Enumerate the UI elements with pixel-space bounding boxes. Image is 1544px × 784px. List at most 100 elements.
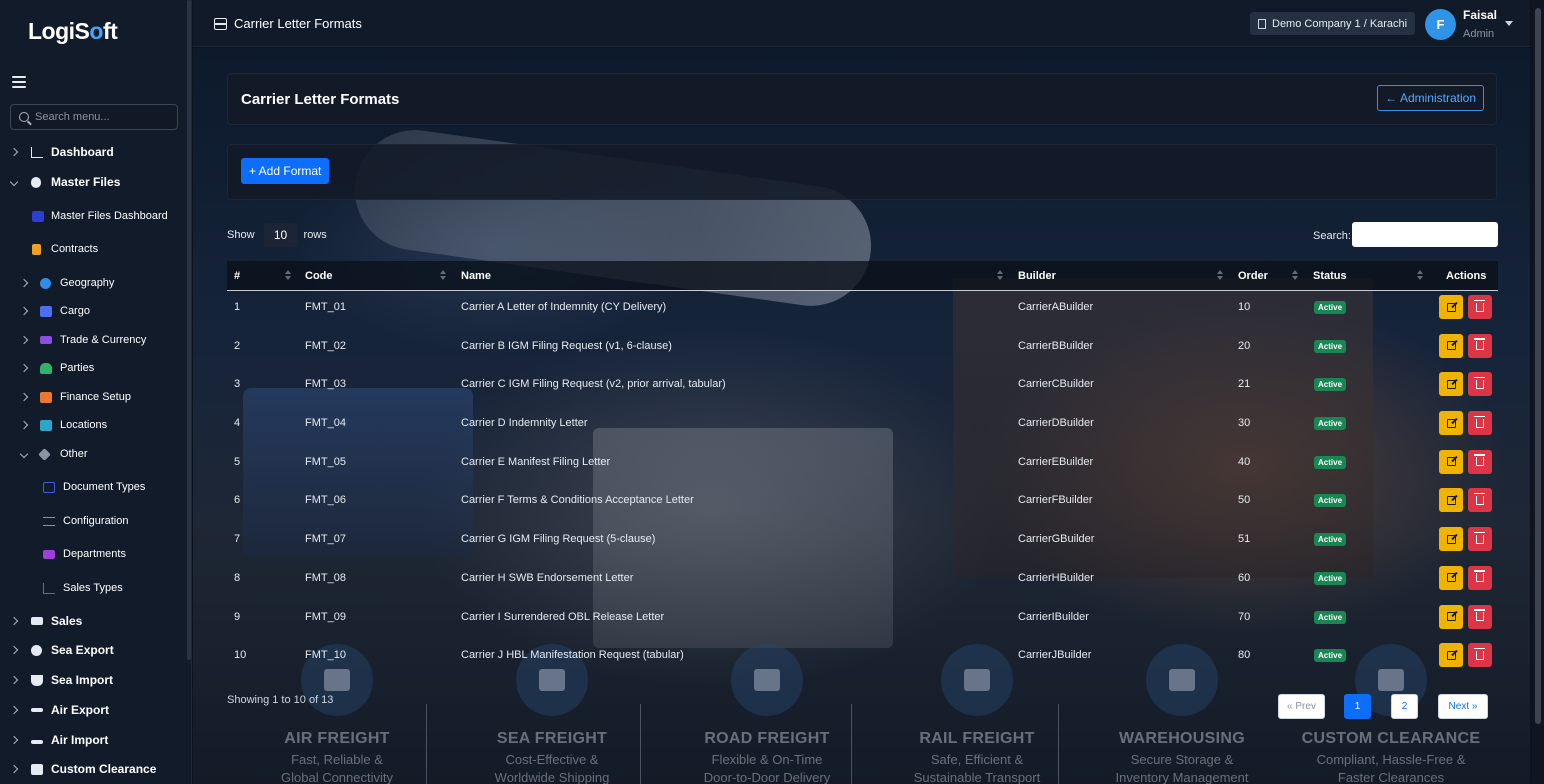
chart-icon bbox=[43, 582, 55, 594]
status-badge: Active bbox=[1314, 301, 1347, 314]
sort-icon[interactable] bbox=[1417, 270, 1423, 280]
edit-button[interactable] bbox=[1439, 295, 1463, 319]
sidebar-item-label: Sales bbox=[51, 614, 83, 628]
delete-button[interactable] bbox=[1468, 449, 1492, 474]
delete-button[interactable] bbox=[1468, 333, 1492, 358]
sort-icon[interactable] bbox=[1217, 270, 1223, 280]
sort-icon[interactable] bbox=[440, 270, 446, 280]
delete-button[interactable] bbox=[1468, 295, 1492, 319]
rows-label: rows bbox=[303, 229, 327, 241]
cell-number: 9 bbox=[234, 610, 241, 623]
service-subtitle: Faster Clearances bbox=[1337, 770, 1445, 784]
column-header-order[interactable]: Order bbox=[1238, 270, 1268, 282]
edit-icon bbox=[1446, 612, 1456, 621]
cell-code: FMT_09 bbox=[305, 610, 346, 623]
pagination-page-2[interactable]: 2 bbox=[1391, 694, 1418, 719]
cell-code: FMT_07 bbox=[305, 533, 346, 546]
sidebar-item-finance-setup[interactable]: Finance Setup bbox=[0, 384, 188, 410]
delete-button[interactable] bbox=[1468, 643, 1492, 668]
user-name[interactable]: Faisal bbox=[1463, 8, 1497, 22]
caret-down-icon[interactable] bbox=[1505, 21, 1513, 26]
delete-button[interactable] bbox=[1468, 488, 1492, 513]
edit-button[interactable] bbox=[1439, 333, 1463, 358]
edit-button[interactable] bbox=[1439, 604, 1463, 629]
service-title: WAREHOUSING bbox=[1119, 730, 1245, 747]
divider bbox=[426, 704, 427, 784]
company-label: Demo Company 1 / Karachi bbox=[1272, 17, 1408, 30]
file-contract-icon bbox=[32, 243, 41, 255]
delete-button[interactable] bbox=[1468, 372, 1492, 397]
column-header-name[interactable]: Name bbox=[461, 270, 491, 282]
sidebar-item-geography[interactable]: Geography bbox=[0, 270, 188, 296]
sidebar-item-dashboard[interactable]: Dashboard bbox=[0, 139, 188, 165]
add-format-button[interactable]: + Add Format bbox=[241, 158, 330, 184]
sidebar-item-cargo[interactable]: Cargo bbox=[0, 298, 188, 324]
sidebar-item-sea-import[interactable]: Sea Import bbox=[0, 667, 188, 693]
pagination-page-1[interactable]: 1 bbox=[1344, 694, 1371, 719]
delete-button[interactable] bbox=[1468, 604, 1492, 629]
sidebar-item-label: Parties bbox=[60, 362, 95, 374]
sidebar-item-departments[interactable]: Departments bbox=[0, 541, 188, 567]
sort-icon[interactable] bbox=[997, 270, 1003, 280]
column-header-code[interactable]: Code bbox=[305, 270, 333, 282]
sidebar-item-document-types[interactable]: Document Types bbox=[0, 474, 188, 500]
delete-button[interactable] bbox=[1468, 565, 1492, 590]
show-label: Show bbox=[227, 229, 255, 241]
sidebar-item-configuration[interactable]: Configuration bbox=[0, 508, 188, 534]
logo[interactable]: LogiSoft bbox=[28, 18, 118, 45]
cell-order: 80 bbox=[1238, 649, 1251, 662]
edit-button[interactable] bbox=[1439, 488, 1463, 513]
pagination-next[interactable]: Next » bbox=[1438, 694, 1488, 719]
edit-button[interactable] bbox=[1439, 643, 1463, 668]
topbar: Carrier Letter Formats Demo Company 1 / … bbox=[193, 0, 1530, 47]
table-search-input[interactable] bbox=[1352, 222, 1498, 247]
company-selector[interactable]: Demo Company 1 / Karachi bbox=[1250, 12, 1416, 35]
edit-button[interactable] bbox=[1439, 527, 1463, 552]
cell-name: Carrier I Surrendered OBL Release Letter bbox=[461, 610, 665, 623]
edit-icon bbox=[1446, 379, 1456, 389]
column-header-number[interactable]: # bbox=[234, 270, 240, 282]
sidebar-item-parties[interactable]: Parties bbox=[0, 355, 188, 381]
sidebar-item-custom-clearance[interactable]: Custom Clearance bbox=[0, 756, 188, 782]
sidebar-item-locations[interactable]: Locations bbox=[0, 412, 188, 438]
rows-per-page-select[interactable]: 10 bbox=[263, 223, 298, 247]
trash-icon bbox=[1474, 492, 1485, 505]
service-subtitle: Safe, Efficient & bbox=[930, 752, 1024, 767]
cell-code: FMT_02 bbox=[305, 339, 346, 352]
sidebar-item-contracts[interactable]: Contracts bbox=[0, 236, 188, 262]
edit-button[interactable] bbox=[1439, 449, 1463, 474]
sidebar-item-trade-currency[interactable]: Trade & Currency bbox=[0, 327, 188, 353]
toolbar: + Add Format bbox=[227, 144, 1497, 200]
sidebar-search[interactable] bbox=[10, 104, 178, 130]
sidebar-item-air-export[interactable]: Air Export bbox=[0, 697, 188, 723]
formats-table: # Code Name Builder Order Status Actions… bbox=[227, 261, 1498, 678]
page-scrollbar[interactable] bbox=[1532, 0, 1544, 784]
pagination-prev[interactable]: « Prev bbox=[1278, 694, 1325, 719]
sidebar-item-master-files[interactable]: Master Files bbox=[0, 169, 188, 195]
delete-button[interactable] bbox=[1468, 527, 1492, 552]
sidebar-item-sales[interactable]: Sales bbox=[0, 608, 188, 634]
avatar[interactable]: F bbox=[1425, 9, 1456, 40]
sidebar-item-sales-types[interactable]: Sales Types bbox=[0, 575, 188, 601]
chevron-right-icon bbox=[19, 306, 29, 316]
sort-icon[interactable] bbox=[1292, 270, 1298, 280]
sort-icon[interactable] bbox=[285, 270, 291, 280]
sidebar-item-master-files-dashboard[interactable]: Master Files Dashboard bbox=[0, 203, 188, 229]
edit-button[interactable] bbox=[1439, 411, 1463, 436]
delete-button[interactable] bbox=[1468, 411, 1492, 436]
edit-button[interactable] bbox=[1439, 372, 1463, 397]
sidebar-search-input[interactable] bbox=[35, 111, 165, 123]
sidebar-item-air-import[interactable]: Air Import bbox=[0, 727, 188, 753]
trash-icon bbox=[1474, 454, 1485, 467]
sidebar-item-label: Other bbox=[60, 448, 88, 460]
column-header-status[interactable]: Status bbox=[1313, 270, 1347, 282]
hamburger-menu-icon[interactable] bbox=[12, 76, 26, 88]
administration-button[interactable]: ← Administration bbox=[1377, 85, 1484, 111]
chevron-down-icon bbox=[19, 449, 29, 459]
sidebar-item-label: Cargo bbox=[60, 305, 90, 317]
sidebar-item-sea-export[interactable]: Sea Export bbox=[0, 637, 188, 663]
column-header-builder[interactable]: Builder bbox=[1018, 270, 1056, 282]
edit-button[interactable] bbox=[1439, 565, 1463, 590]
sidebar-item-other[interactable]: Other bbox=[0, 441, 188, 467]
edit-icon bbox=[1446, 418, 1456, 428]
